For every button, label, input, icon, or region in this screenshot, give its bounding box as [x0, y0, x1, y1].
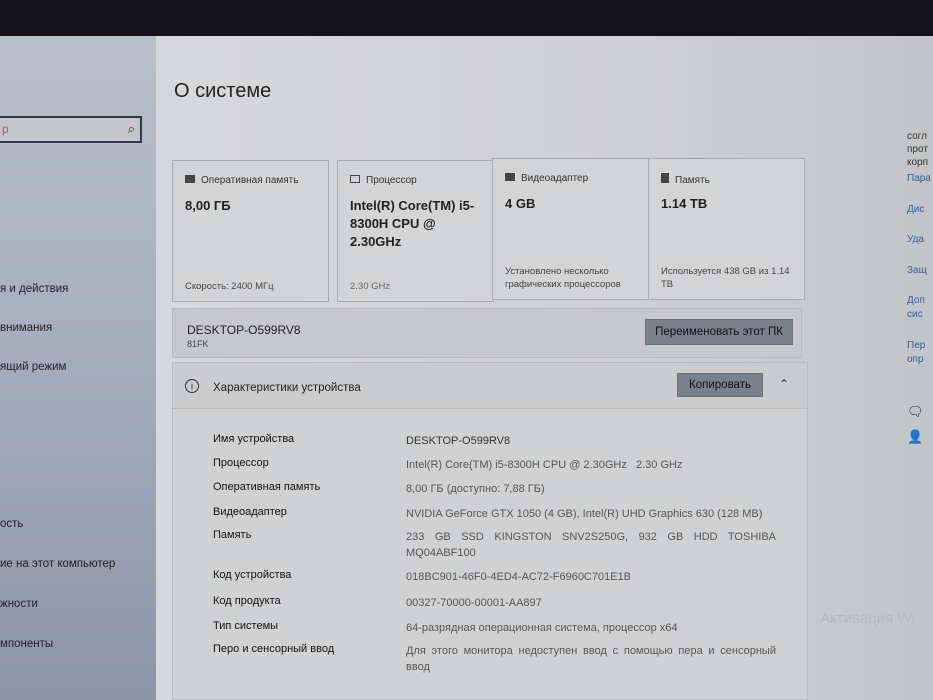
storage-icon — [661, 173, 669, 183]
cpu-icon — [350, 175, 360, 183]
gpu-icon — [505, 173, 515, 181]
pc-name: DESKTOP-O599RV8 — [187, 323, 301, 337]
search-icon[interactable]: ⌕ — [128, 121, 135, 137]
sidebar-item-components[interactable]: мпоненты — [0, 638, 53, 650]
screen-bezel — [0, 0, 933, 36]
main-content: О системе Оперативная память 8,00 ГБ Ско… — [156, 36, 933, 700]
spec-key: Процессор — [213, 457, 269, 469]
related-link[interactable]: прот — [907, 143, 928, 156]
pc-model: 81FK — [187, 339, 209, 349]
card-value: 8,00 ГБ — [185, 198, 231, 213]
spec-key: Память — [213, 529, 252, 541]
card-label: Память — [675, 175, 710, 186]
sidebar-item-notifications[interactable]: я и действия — [0, 283, 68, 295]
related-link[interactable]: корп — [907, 156, 928, 169]
related-link[interactable]: Доп — [907, 294, 925, 307]
related-link[interactable]: опр — [907, 353, 924, 366]
sidebar-item-focus[interactable]: внимания — [0, 322, 52, 334]
spec-value: 00327-70000-00001-AA897 — [406, 597, 542, 609]
card-sub: Скорость: 2400 МГц — [185, 281, 274, 292]
card-sub: Установлено несколько графических процес… — [505, 266, 621, 290]
spec-key: Код продукта — [213, 595, 281, 607]
related-link[interactable]: Защ — [907, 264, 927, 277]
sidebar: р ⌕ я и действия внимания ящий режим ост… — [0, 36, 156, 700]
spec-value: NVIDIA GeForce GTX 1050 (4 GB), Intel(R)… — [406, 508, 763, 520]
card-value: 4 GB — [505, 196, 536, 211]
spec-key: Код устройства — [213, 569, 292, 581]
feedback-icon[interactable]: 👤 — [907, 430, 923, 443]
search-input[interactable]: р ⌕ — [0, 116, 142, 143]
info-icon: i — [185, 379, 199, 393]
card-sub: Используется 438 GB из 1.14 TB — [661, 266, 790, 290]
rename-pc-button[interactable]: Переименовать этот ПК — [645, 319, 793, 345]
related-link[interactable]: Пара — [907, 172, 931, 185]
related-link[interactable]: Дис — [907, 203, 924, 216]
spec-value: Для этого монитора недоступен ввод с пом… — [406, 645, 776, 673]
spec-value: 018BC901-46F0-4ED4-AC72-F6960C701E1B — [406, 571, 632, 583]
copy-button[interactable]: Копировать — [677, 373, 763, 397]
card-label: Оперативная память — [201, 175, 299, 186]
spec-value: DESKTOP-O599RV8 — [406, 435, 511, 447]
help-icon[interactable]: 🗨 — [907, 405, 924, 418]
device-specs-panel: i Характеристики устройства Копировать ⌃… — [172, 362, 808, 700]
specs-title: Характеристики устройства — [213, 382, 361, 394]
spec-value: 233 GB SSD KINGSTON SNV2S250G, 932 GB HD… — [406, 531, 776, 559]
spec-key: Тип системы — [213, 620, 279, 632]
card-gpu: Видеоадаптер 4 GB Установлено несколько … — [492, 158, 649, 300]
related-link[interactable]: Пер — [907, 339, 925, 352]
card-label: Видеоадаптер — [521, 173, 589, 184]
related-link[interactable]: Уда — [907, 233, 924, 246]
card-cpu: Процессор Intel(R) Core(TM) i5-8300H CPU… — [337, 160, 494, 302]
search-placeholder: р — [2, 122, 9, 136]
card-ram: Оперативная память 8,00 ГБ Скорость: 240… — [172, 160, 329, 302]
sidebar-item-multitasking[interactable]: ость — [0, 518, 23, 530]
card-sub: 2.30 GHz — [350, 281, 391, 292]
card-storage: Память 1.14 TB Используется 438 GB из 1.… — [648, 158, 805, 300]
activation-watermark: Активация Wi — [820, 610, 915, 627]
spec-key: Имя устройства — [213, 433, 295, 445]
spec-value: 64-разрядная операционная система, проце… — [406, 622, 678, 634]
card-value: Intel(R) Core(TM) i5-8300H CPU @ 2.30GHz — [350, 198, 475, 249]
spec-key: Видеоадаптер — [213, 506, 287, 518]
spec-value: Intel(R) Core(TM) i5-8300H CPU @ 2.30GHz… — [406, 459, 683, 471]
sidebar-item-projecting[interactable]: ие на этот компьютер — [0, 558, 115, 570]
card-value: 1.14 TB — [661, 196, 708, 211]
spec-value: 8,00 ГБ (доступно: 7,88 ГБ) — [406, 483, 545, 495]
page-title: О системе — [174, 80, 272, 102]
pc-name-panel: DESKTOP-O599RV8 81FK Переименовать этот … — [172, 308, 802, 358]
specs-header[interactable]: i Характеристики устройства Копировать ⌃ — [173, 363, 807, 409]
sidebar-item-shared[interactable]: жности — [0, 598, 38, 610]
related-link[interactable]: согл — [907, 130, 927, 143]
sidebar-item-sleep[interactable]: ящий режим — [0, 361, 66, 373]
chevron-up-icon[interactable]: ⌃ — [779, 377, 789, 391]
spec-key: Перо и сенсорный ввод — [213, 643, 335, 655]
card-label: Процессор — [366, 175, 417, 186]
spec-key: Оперативная память — [213, 481, 321, 493]
ram-icon — [185, 175, 195, 183]
related-link[interactable]: сис — [907, 308, 923, 321]
